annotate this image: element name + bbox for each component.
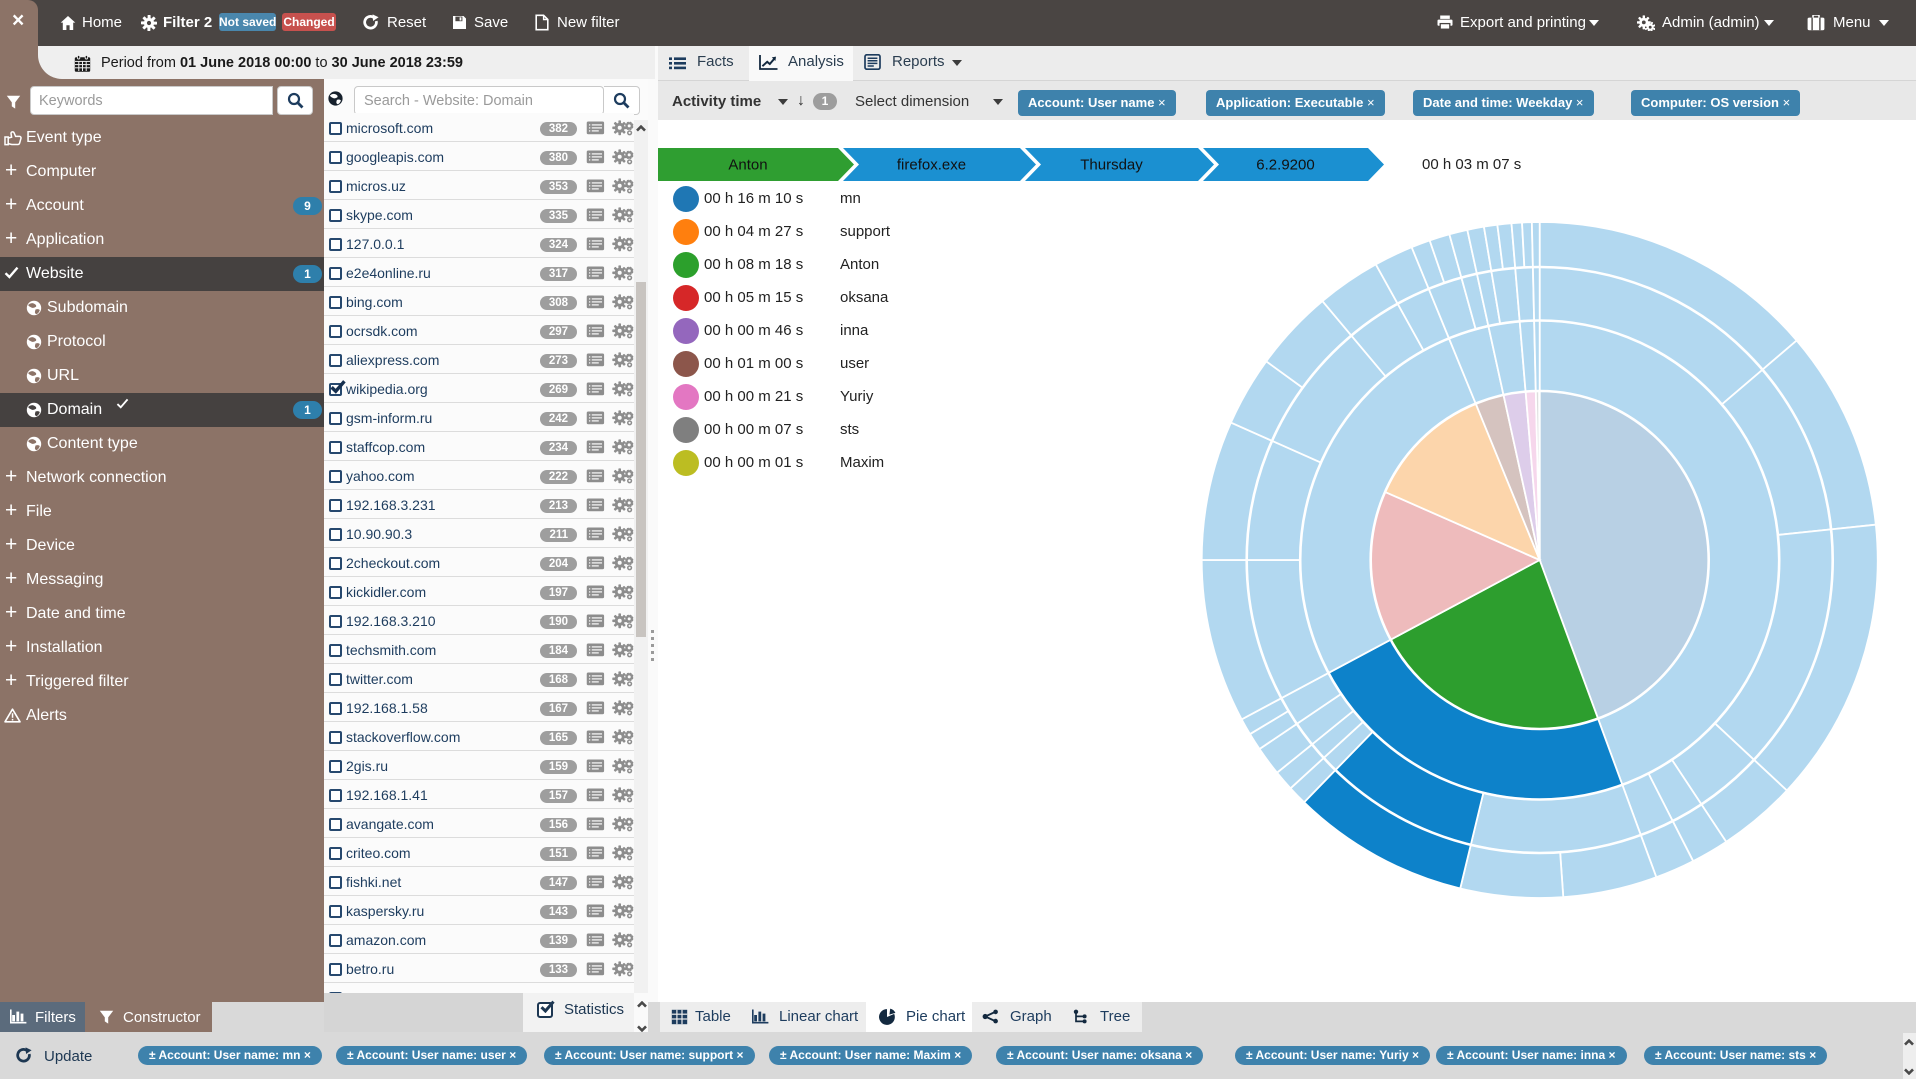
svg-text:firefox.exe: firefox.exe: [897, 157, 966, 174]
svg-text:Anton: Anton: [728, 157, 767, 174]
svg-text:Thursday: Thursday: [1080, 157, 1143, 174]
svg-text:6.2.9200: 6.2.9200: [1256, 157, 1314, 174]
